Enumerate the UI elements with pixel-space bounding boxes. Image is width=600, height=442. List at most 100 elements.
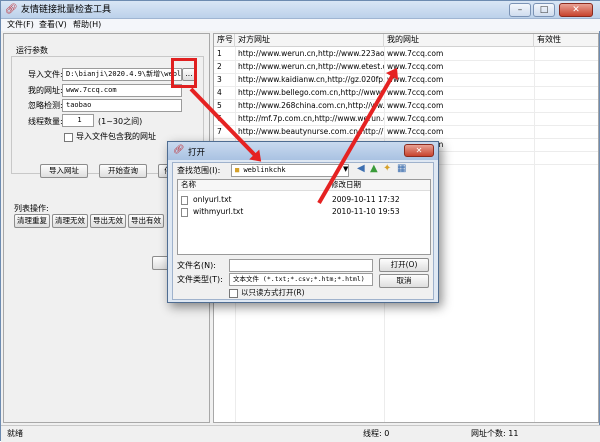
file-date: 2010-11-10 19:53 [332,207,400,216]
cell-target-url: http://www.268china.com.cn,http://ww.... [238,101,384,110]
file-item[interactable]: onlyurl.txt 2009-10-11 17:32 [181,195,421,206]
cell-target-url: http://www.kaidianw.cn,http://gz.020fp..… [238,75,384,84]
menu-view[interactable]: 查看(V) [39,19,67,31]
minimize-button[interactable]: – [509,3,531,17]
table-row[interactable]: 4 http://www.bellego.com.cn,http://www...… [214,87,598,100]
clean-duplicates-button[interactable]: 清理重复 [14,214,50,228]
file-list-header-date[interactable]: 修改日期 [328,180,430,191]
window-title: 友情链接批量检查工具 [21,5,112,15]
menu-bar: 文件(F) 查看(V) 帮助(H) [1,19,600,31]
list-ops-label: 列表操作: [14,204,49,213]
column-header-validity[interactable]: 有效性 [534,34,598,47]
file-list-header-name[interactable]: 名称 [178,180,328,191]
open-file-dialog: 🔗︎ 打开 ✕ 查找范围(I): ■ weblinkchk ▼ ◀ ▲ ✦ ▦ … [167,141,439,303]
cell-index: 4 [217,88,222,97]
ignore-label: 忽略检测: [28,101,63,110]
column-header-my-url[interactable]: 我的网址 [384,34,534,47]
cell-target-url: http://www.werun.cn,http://www.223ao.... [238,49,384,58]
cell-validity [534,113,598,125]
cancel-button[interactable]: 取消 [379,274,429,288]
column-header-index[interactable]: 序号 [214,34,235,47]
highlight-box [171,58,197,88]
view-menu-icon[interactable]: ▦ [397,163,406,174]
cell-validity [534,152,598,164]
include-my-url-checkbox[interactable] [64,133,73,142]
dialog-body: 查找范围(I): ■ weblinkchk ▼ ◀ ▲ ✦ ▦ 名称 修改日期 … [172,162,434,300]
export-invalid-button[interactable]: 导出无效 [90,214,126,228]
look-in-value: weblinkchk [243,166,286,174]
file-name: withmyurl.txt [193,207,244,216]
clean-invalid-button[interactable]: 清理无效 [52,214,88,228]
readonly-label: 以只读方式打开(R) [241,288,305,297]
cell-index: 3 [217,75,222,84]
ignore-input[interactable]: taobao [62,99,182,112]
main-window: 🔗︎ 友情链接批量检查工具 – □ ✕ 文件(F) 查看(V) 帮助(H) 运行… [0,0,600,442]
table-row[interactable]: 2 http://www.werun.cn,http://www.etest.cn… [214,61,598,74]
filetype-select[interactable]: 文本文件 (*.txt;*.csv;*.htm;*.html) [229,273,373,286]
status-url-count: 网址个数: 11 [471,429,519,438]
column-header-target-url[interactable]: 对方网址 [235,34,384,47]
table-row[interactable]: 5 http://www.268china.com.cn,http://ww...… [214,100,598,113]
export-valid-button[interactable]: 导出有效 [128,214,164,228]
table-row[interactable]: 7 http://www.beautynurse.com.cn,http://..… [214,126,598,139]
cell-target-url: http://www.werun.cn,http://www.etest.cn [238,62,384,71]
cell-target-url: http://www.bellego.com.cn,http://www.... [238,88,384,97]
cell-index: 1 [217,49,222,58]
threads-input[interactable]: 1 [62,114,94,127]
chevron-down-icon[interactable]: ▼ [343,165,348,173]
file-date: 2009-10-11 17:32 [332,195,400,204]
filename-input[interactable] [229,259,373,272]
text-file-icon [181,196,188,205]
cell-my-url: www.7ccq.com [387,88,444,97]
open-button[interactable]: 打开(O) [379,258,429,272]
close-button[interactable]: ✕ [559,3,593,17]
menu-file[interactable]: 文件(F) [7,19,34,31]
cell-validity [534,61,598,73]
status-ready: 就绪 [7,429,23,438]
table-row[interactable]: 3 http://www.kaidianw.cn,http://gz.020fp.… [214,74,598,87]
menu-help[interactable]: 帮助(H) [73,19,101,31]
text-file-icon [181,208,188,217]
cell-my-url: www.7ccq.com [387,127,444,136]
cell-validity [534,126,598,138]
title-bar: 🔗︎ 友情链接批量检查工具 – □ ✕ [1,1,600,19]
folder-icon: ■ [235,166,240,174]
cell-index: 5 [217,101,222,110]
status-bar: 就绪 线程: 0 网址个数: 11 [1,425,600,442]
import-file-input[interactable]: D:\bianji\2020.4.9\新增\weblin [62,68,182,81]
new-folder-icon[interactable]: ✦ [383,163,391,174]
file-item[interactable]: withmyurl.txt 2010-11-10 19:53 [181,207,421,218]
params-section-label: 运行参数 [14,46,50,56]
include-my-url-label: 导入文件包含我的网址 [76,132,156,141]
maximize-button[interactable]: □ [533,3,555,17]
cell-index: 2 [217,62,222,71]
table-row[interactable]: 1 http://www.werun.cn,http://www.223ao...… [214,48,598,61]
cell-validity [534,48,598,60]
import-file-label: 导入文件: [28,70,63,79]
import-url-button[interactable]: 导入网址 [40,164,88,178]
table-header: 序号 对方网址 我的网址 有效性 [214,34,598,47]
file-list: 名称 修改日期 onlyurl.txt 2009-10-11 17:32 wit… [177,179,431,255]
cell-my-url: www.7ccq.com [387,49,444,58]
readonly-checkbox[interactable] [229,289,238,298]
cell-my-url: www.7ccq.com [387,101,444,110]
my-url-label: 我的网址: [28,86,63,95]
cell-my-url: www.7ccq.com [387,62,444,71]
threads-label: 线程数量: [28,117,63,126]
filename-label: 文件名(N): [177,261,216,270]
dialog-title-bar: 🔗︎ 打开 ✕ [168,142,438,160]
dialog-close-button[interactable]: ✕ [404,144,434,157]
my-url-input[interactable]: www.7ccq.com [62,84,182,97]
file-name: onlyurl.txt [193,195,232,204]
dialog-title: 打开 [188,148,206,158]
status-threads: 线程: 0 [363,429,390,438]
start-query-button[interactable]: 开始查询 [99,164,147,178]
link-icon: 🔗︎ [173,145,185,155]
link-icon: 🔗︎ [5,4,18,15]
cell-validity [534,74,598,86]
up-folder-icon[interactable]: ▲ [370,163,378,174]
table-row[interactable]: 6http://mf.7p.com.cn,http://www.werun.cn… [214,113,598,126]
filetype-label: 文件类型(T): [177,275,223,284]
back-icon[interactable]: ◀ [357,163,365,174]
threads-hint: (1~30之间) [98,117,143,126]
